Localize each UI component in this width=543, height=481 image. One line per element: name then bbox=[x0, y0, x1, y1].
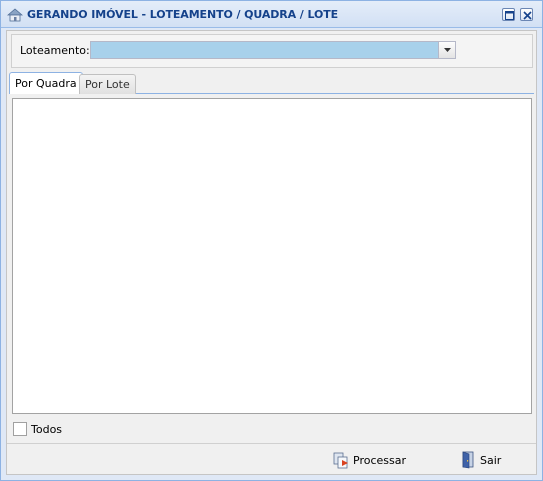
sair-label: Sair bbox=[480, 454, 502, 467]
loteamento-label: Loteamento: bbox=[20, 44, 90, 57]
button-bar: Processar Sair bbox=[7, 443, 536, 474]
maximize-button[interactable] bbox=[502, 8, 515, 21]
close-icon bbox=[523, 11, 532, 20]
filter-panel: Loteamento: bbox=[11, 34, 533, 68]
tab-content-panel bbox=[12, 98, 532, 414]
form-body: Loteamento: Por Quadra Por Lote Todos Pr… bbox=[6, 30, 537, 475]
todos-checkbox[interactable] bbox=[13, 422, 27, 436]
combo-trigger[interactable] bbox=[438, 42, 455, 58]
todos-label: Todos bbox=[31, 423, 63, 436]
tab-strip: Por Quadra Por Lote bbox=[9, 71, 534, 94]
tab-por-lote[interactable]: Por Lote bbox=[79, 74, 136, 94]
loteamento-combo[interactable] bbox=[90, 41, 456, 59]
chevron-down-icon bbox=[444, 48, 451, 52]
house-icon bbox=[6, 8, 24, 22]
process-icon bbox=[333, 452, 348, 469]
window-title: GERANDO IMÓVEL - LOTEAMENTO / QUADRA / L… bbox=[27, 8, 339, 21]
close-button[interactable] bbox=[520, 8, 533, 21]
maximize-icon bbox=[505, 11, 514, 20]
exit-door-icon bbox=[462, 451, 474, 469]
processar-label: Processar bbox=[353, 454, 406, 467]
dialog-window: GERANDO IMÓVEL - LOTEAMENTO / QUADRA / L… bbox=[0, 0, 543, 481]
tab-por-quadra[interactable]: Por Quadra bbox=[9, 72, 83, 94]
title-bar[interactable]: GERANDO IMÓVEL - LOTEAMENTO / QUADRA / L… bbox=[1, 1, 542, 28]
